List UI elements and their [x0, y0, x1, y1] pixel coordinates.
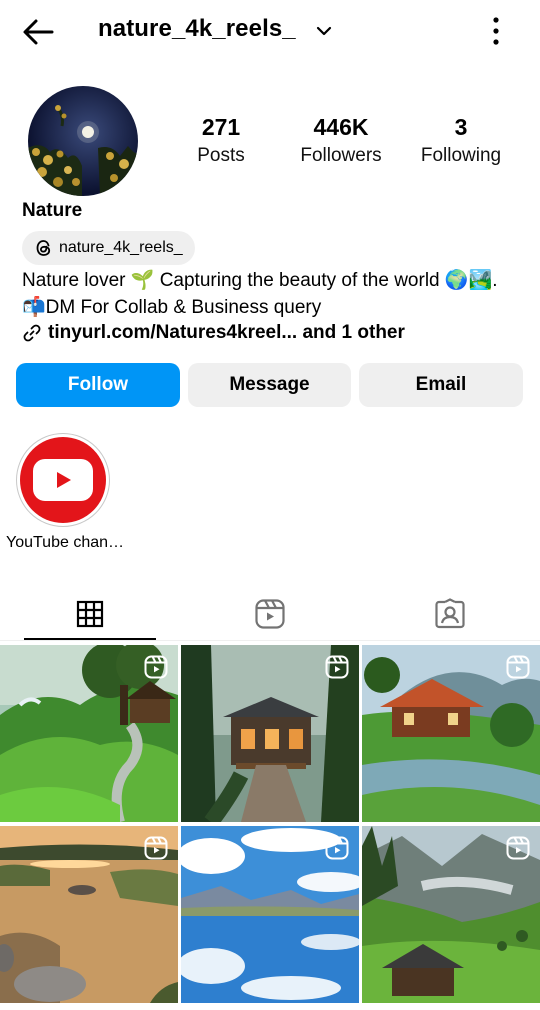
tagged-icon: [435, 597, 465, 628]
tab-tagged[interactable]: [360, 585, 540, 642]
story-highlight[interactable]: [16, 433, 110, 527]
reel-icon: [325, 836, 349, 860]
post-tile[interactable]: [362, 645, 540, 822]
profile-link-text[interactable]: tinyurl.com/Natures4kreel... and 1 other: [48, 322, 405, 344]
profile-tabs: [0, 585, 540, 642]
active-tab-indicator: [24, 638, 156, 640]
bio-line-1: Nature lover 🌱 Capturing the beauty of t…: [22, 270, 498, 291]
follow-button[interactable]: Follow: [16, 363, 180, 407]
stat-followers-label: Followers: [300, 145, 382, 166]
highlight-cover: [20, 437, 106, 523]
arrow-left-icon: [23, 19, 54, 45]
reel-icon: [506, 655, 530, 679]
threads-handle: nature_4k_reels_: [59, 239, 183, 256]
profile-display-name: Nature: [22, 200, 83, 221]
more-options-button[interactable]: [484, 14, 508, 48]
grid-icon: [76, 600, 104, 627]
threads-badge[interactable]: nature_4k_reels_: [22, 231, 195, 265]
stat-posts-value: 271: [201, 114, 241, 140]
post-tile[interactable]: [0, 826, 178, 1003]
top-bar: nature_4k_reels_: [0, 0, 540, 62]
reels-icon: [255, 598, 285, 629]
reel-icon: [144, 655, 168, 679]
link-icon: [23, 324, 41, 342]
youtube-icon: [33, 459, 93, 501]
stat-followers-value: 446K: [313, 114, 369, 140]
post-tile[interactable]: [181, 645, 359, 822]
stat-following-value: 3: [454, 114, 468, 140]
more-vertical-icon: [493, 17, 499, 45]
bio-line-2: 📬DM For Collab & Business query: [22, 297, 322, 318]
profile-avatar[interactable]: [28, 86, 138, 196]
reel-icon: [325, 655, 349, 679]
tab-reels[interactable]: [180, 585, 360, 642]
post-tile[interactable]: [181, 826, 359, 1003]
back-button[interactable]: [20, 14, 56, 50]
stat-following-label: Following: [420, 145, 502, 166]
stat-following[interactable]: 3 Following: [401, 112, 521, 170]
stat-followers[interactable]: 446K Followers: [281, 112, 401, 170]
email-button[interactable]: Email: [359, 363, 523, 407]
threads-icon: [36, 240, 51, 256]
stat-posts[interactable]: 271 Posts: [161, 112, 281, 170]
reel-icon: [506, 836, 530, 860]
highlight-label: YouTube chan…: [6, 534, 125, 551]
reel-icon: [144, 836, 168, 860]
message-button[interactable]: Message: [188, 363, 351, 407]
chevron-down-icon[interactable]: [315, 24, 333, 38]
stat-posts-label: Posts: [197, 145, 245, 166]
profile-links[interactable]: tinyurl.com/Natures4kreel... and 1 other: [22, 322, 405, 344]
tab-posts[interactable]: [0, 585, 180, 642]
post-tile[interactable]: [362, 826, 540, 1003]
profile-username[interactable]: nature_4k_reels_: [98, 15, 296, 43]
post-tile[interactable]: [0, 645, 178, 822]
tabs-divider: [0, 640, 540, 641]
